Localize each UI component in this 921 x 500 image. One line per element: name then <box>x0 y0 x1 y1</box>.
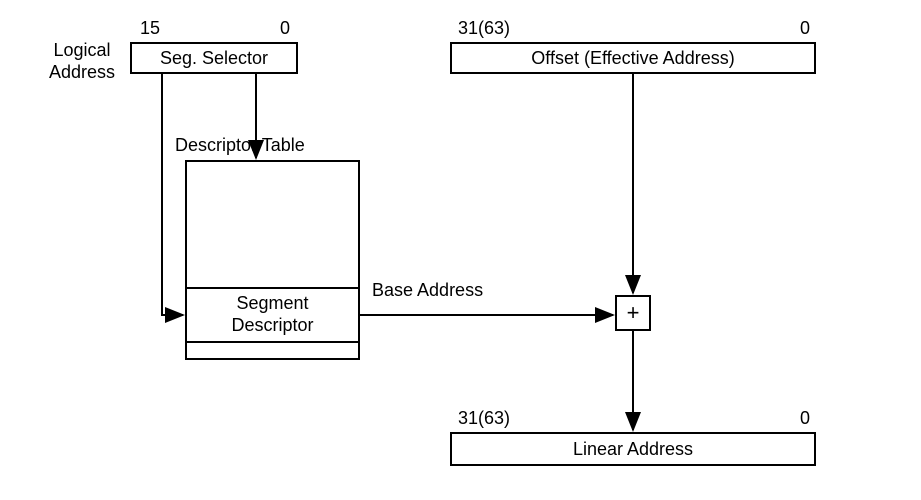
descriptor-table-row <box>185 343 360 360</box>
base-address-label: Base Address <box>372 280 483 301</box>
offset-bit-high: 31(63) <box>458 18 510 39</box>
descriptor-table-title: Descriptor Table <box>175 135 305 156</box>
segment-descriptor-label: Segment Descriptor <box>231 293 313 336</box>
linear-address-bit-low: 0 <box>800 408 810 429</box>
seg-selector-bit-low: 0 <box>280 18 290 39</box>
offset-label: Offset (Effective Address) <box>531 48 734 69</box>
segmentation-diagram: Logical Address 15 0 Seg. Selector 31(63… <box>0 0 921 500</box>
linear-address-bit-high: 31(63) <box>458 408 510 429</box>
segment-descriptor-box: Segment Descriptor <box>185 287 360 343</box>
seg-selector-box: Seg. Selector <box>130 42 298 74</box>
adder-symbol: + <box>627 300 640 326</box>
logical-address-label: Logical Address <box>38 40 126 83</box>
offset-bit-low: 0 <box>800 18 810 39</box>
offset-box: Offset (Effective Address) <box>450 42 816 74</box>
linear-address-box: Linear Address <box>450 432 816 466</box>
seg-selector-bit-high: 15 <box>140 18 160 39</box>
seg-selector-label: Seg. Selector <box>160 48 268 69</box>
logical-address-text: Logical Address <box>38 40 126 83</box>
adder-box: + <box>615 295 651 331</box>
linear-address-label: Linear Address <box>573 439 693 460</box>
